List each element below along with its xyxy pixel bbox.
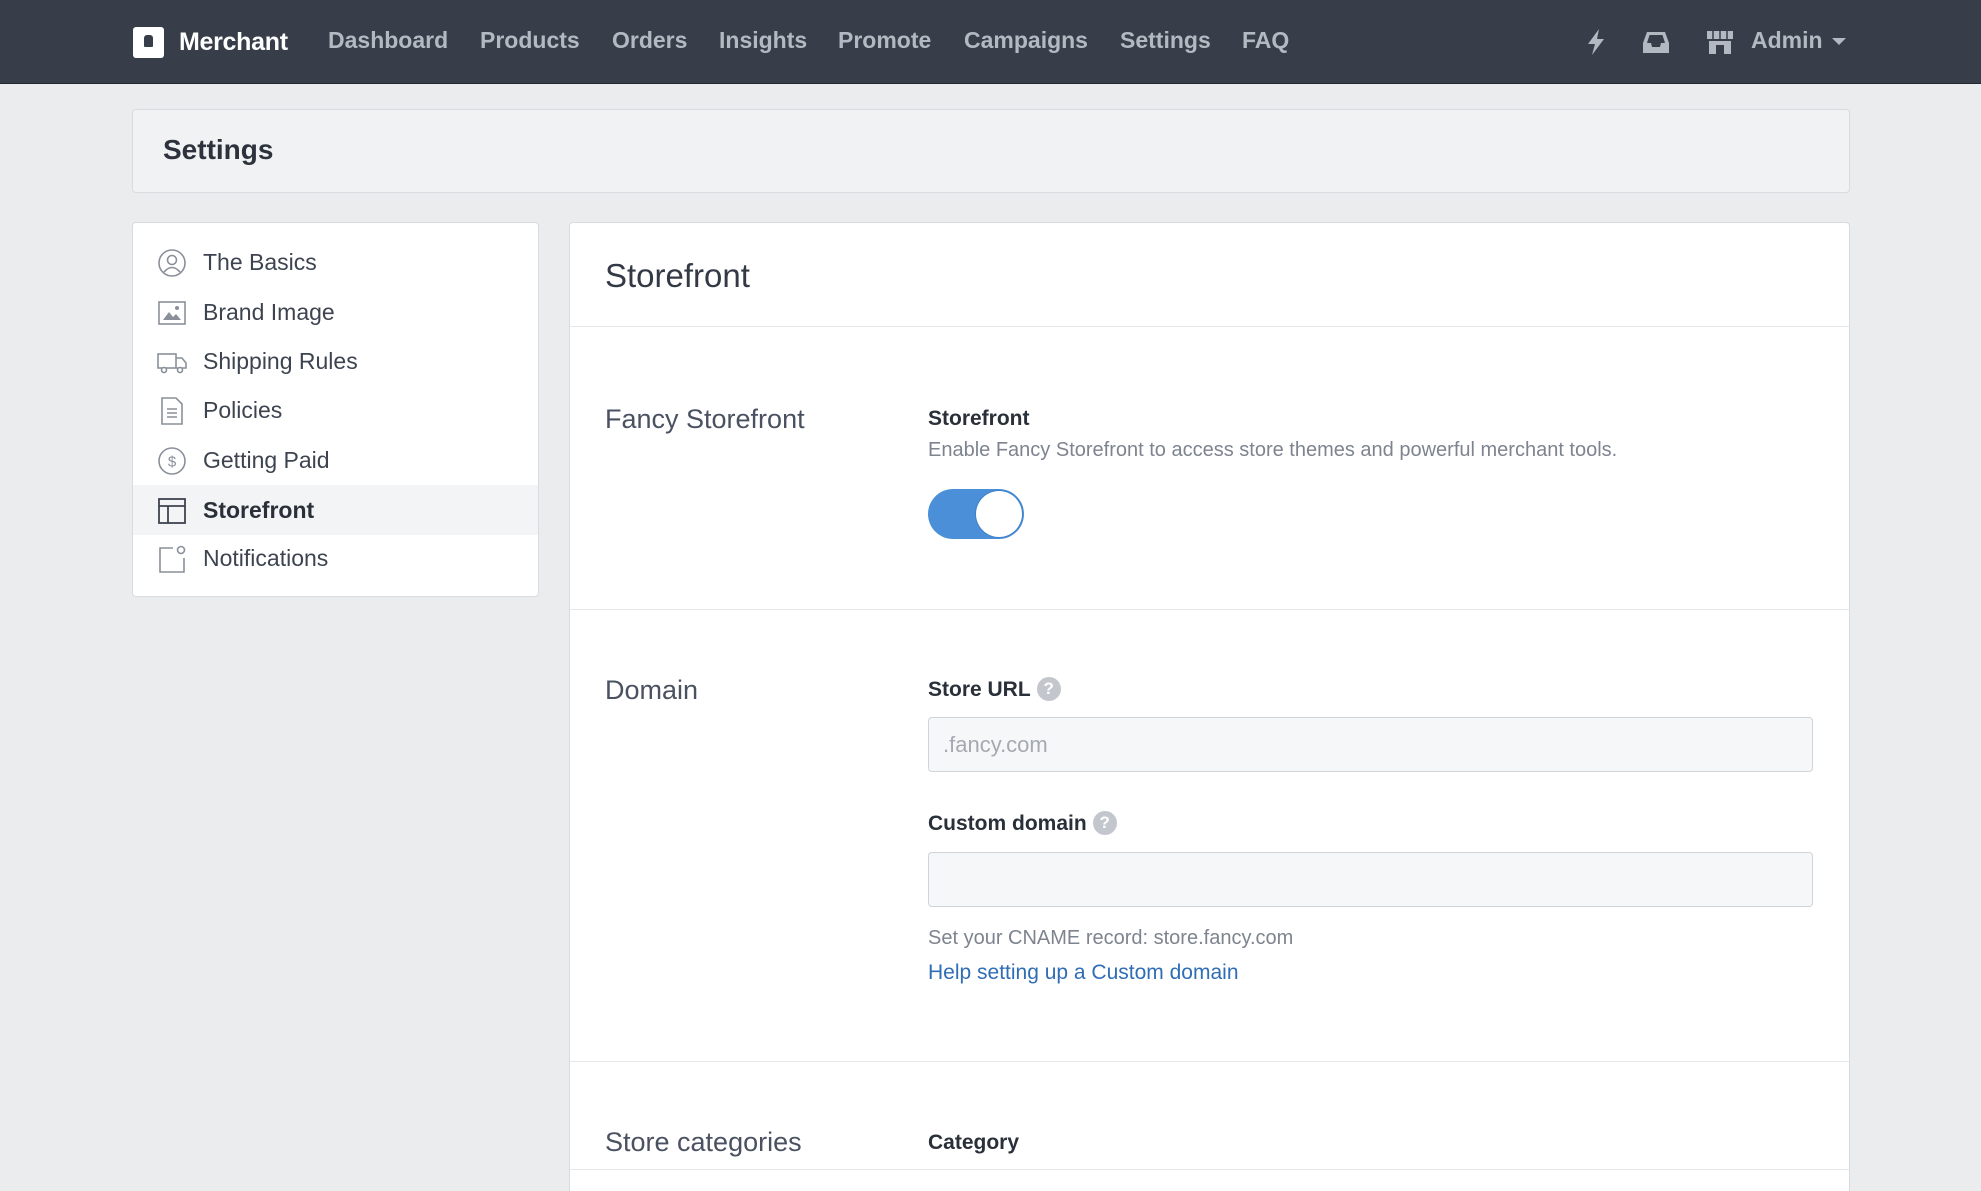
help-icon[interactable]: ? <box>1036 677 1061 701</box>
storefront-field-label: Storefront <box>928 407 1030 430</box>
nav-faq[interactable]: FAQ <box>1242 27 1289 54</box>
store-url-label: Store URL? <box>928 677 1061 702</box>
sidebar-item-label: Getting Paid <box>203 447 330 473</box>
admin-account-menu[interactable]: Admin <box>1751 27 1823 54</box>
divider <box>570 1169 1849 1170</box>
nav-settings[interactable]: Settings <box>1120 27 1211 54</box>
page-header: Settings <box>132 109 1850 193</box>
truck-icon <box>157 353 187 374</box>
divider <box>570 326 1849 327</box>
user-circle-icon <box>158 249 186 277</box>
divider <box>570 609 1849 610</box>
inbox-icon[interactable] <box>1640 26 1672 58</box>
sidebar-item-the-basics[interactable]: The Basics <box>133 237 538 287</box>
brand-name: Merchant <box>179 27 288 56</box>
document-icon <box>161 397 183 425</box>
nav-orders[interactable]: Orders <box>612 27 687 54</box>
dollar-circle-icon: $ <box>158 447 186 475</box>
notification-icon <box>159 545 186 573</box>
panel-title: Storefront <box>605 257 750 294</box>
brand-logo[interactable]: Merchant <box>133 26 288 58</box>
sidebar-item-notifications[interactable]: Notifications <box>133 533 538 583</box>
storefront-description: Enable Fancy Storefront to access store … <box>928 439 1618 461</box>
sidebar-item-storefront[interactable]: Storefront <box>133 485 538 535</box>
store-icon[interactable] <box>1704 26 1736 58</box>
sidebar-item-label: Shipping Rules <box>203 348 358 374</box>
storefront-panel: Storefront Fancy Storefront Storefront E… <box>569 222 1850 1191</box>
storefront-toggle[interactable] <box>928 489 1024 539</box>
sidebar-item-label: Brand Image <box>203 299 335 325</box>
domain-section-title: Domain <box>605 675 699 705</box>
sidebar-item-policies[interactable]: Policies <box>133 385 538 435</box>
store-url-input[interactable] <box>928 717 1813 772</box>
divider <box>570 1061 1849 1062</box>
fancy-storefront-section-title: Fancy Storefront <box>605 404 805 434</box>
sidebar-item-label: Notifications <box>203 545 329 571</box>
custom-domain-help-link[interactable]: Help setting up a Custom domain <box>928 961 1239 985</box>
layout-icon <box>158 498 186 524</box>
merchant-logo-icon <box>133 26 164 58</box>
nav-insights[interactable]: Insights <box>719 27 807 54</box>
sidebar-item-brand-image[interactable]: Brand Image <box>133 287 538 337</box>
store-categories-section-title: Store categories <box>605 1127 802 1157</box>
custom-domain-label: Custom domain? <box>928 811 1117 836</box>
nav-campaigns[interactable]: Campaigns <box>964 27 1088 54</box>
settings-sidebar: The Basics Brand Image Shipping Rules Po… <box>132 222 539 597</box>
sidebar-item-label: Storefront <box>203 497 315 523</box>
sidebar-item-shipping-rules[interactable]: Shipping Rules <box>133 336 538 386</box>
svg-text:$: $ <box>168 454 177 471</box>
sidebar-item-label: Policies <box>203 397 283 423</box>
category-field-label: Category <box>928 1131 1020 1154</box>
nav-products[interactable]: Products <box>480 27 580 54</box>
nav-promote[interactable]: Promote <box>838 27 931 54</box>
custom-domain-label-text: Custom domain <box>928 812 1087 835</box>
toggle-knob <box>976 491 1022 537</box>
store-url-label-text: Store URL <box>928 678 1031 701</box>
chevron-down-icon[interactable] <box>1832 38 1846 45</box>
sidebar-item-label: The Basics <box>203 249 317 275</box>
lightning-icon[interactable] <box>1580 26 1612 58</box>
top-navigation-bar: Merchant Dashboard Products Orders Insig… <box>0 0 1981 84</box>
custom-domain-input[interactable] <box>928 852 1813 907</box>
page-title: Settings <box>163 134 274 165</box>
help-icon[interactable]: ? <box>1092 811 1117 835</box>
nav-dashboard[interactable]: Dashboard <box>328 27 448 54</box>
image-icon <box>158 301 186 325</box>
cname-instruction: Set your CNAME record: store.fancy.com <box>928 927 1294 949</box>
sidebar-item-getting-paid[interactable]: $ Getting Paid <box>133 435 538 485</box>
